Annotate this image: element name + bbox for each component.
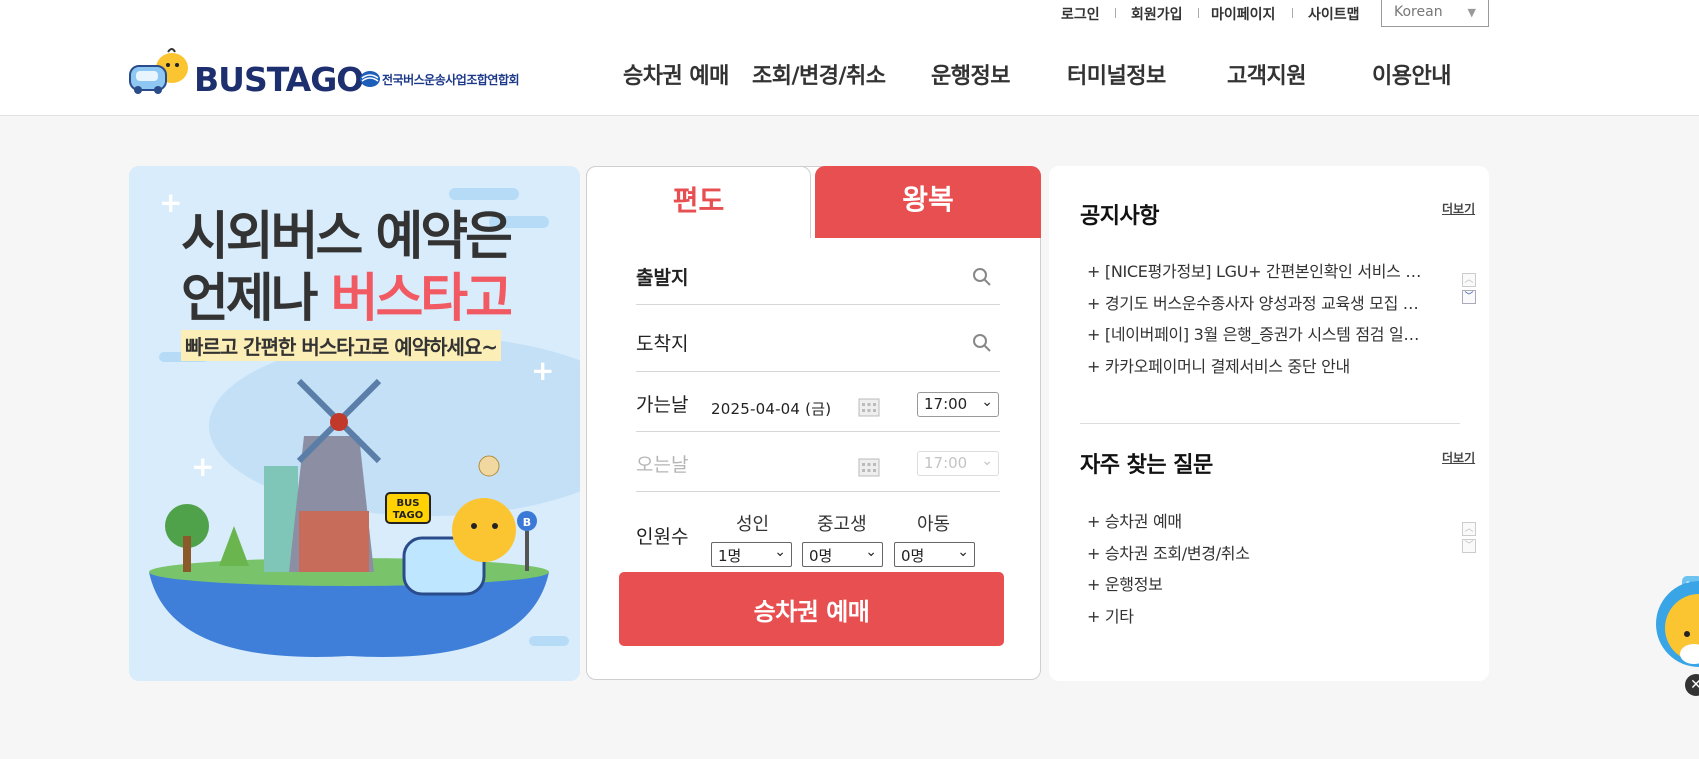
banner-headline-accent: 버스타고 (330, 269, 513, 329)
bustago-logo[interactable]: BUSTAGO 전국버스운송사업조합연합회 (128, 44, 528, 99)
promo-banner[interactable]: + + + BUS TAGO B 시외버스 예약은 언제나 버스타고 빠르고 간… (129, 166, 580, 681)
notices-list: + [NICE평가정보] LGU+ 간편본인확인 서비스 … + 경기도 버스운… (1087, 258, 1432, 384)
banner-subtitle: 빠르고 간편한 버스타고로 예약하세요~ (181, 330, 502, 361)
chevron-down-icon: ⌄ (981, 453, 993, 469)
svg-text:+: + (159, 186, 182, 219)
faq-scroll-up-button[interactable]: ︿ (1462, 522, 1476, 536)
nav-item-lookup[interactable]: 조회/변경/취소 (752, 58, 886, 90)
utility-bar: 로그인 회원가입 마이페이지 사이트맵 Korean ▼ (0, 0, 1699, 28)
chevron-down-icon: ⌄ (957, 544, 969, 560)
faq-item[interactable]: + 운행정보 (1087, 571, 1432, 603)
signup-link[interactable]: 회원가입 (1131, 4, 1183, 24)
faq-item[interactable]: + 기타 (1087, 603, 1432, 635)
departure-field[interactable]: 출발지 (636, 245, 1000, 305)
bus-sign-line1: BUS (397, 498, 420, 509)
language-select[interactable]: Korean ▼ (1381, 0, 1489, 27)
utility-divider (1292, 8, 1293, 18)
go-date-value[interactable]: 2025-04-04 (금) (711, 398, 831, 419)
banner-headline-prefix: 언제나 (181, 269, 331, 329)
nav-item-terminal[interactable]: 터미널정보 (1067, 58, 1166, 90)
chevron-down-icon: ⌄ (774, 544, 786, 560)
departure-label: 출발지 (636, 267, 689, 289)
return-time-select[interactable]: 17:00 ⌄ (917, 451, 999, 476)
utility-divider (1115, 8, 1116, 18)
arrival-label: 도착지 (636, 333, 689, 355)
chevron-down-icon: ⌄ (865, 544, 877, 560)
child-count-select[interactable]: 0명 ⌄ (894, 542, 975, 567)
faq-scroll-down-button[interactable]: ﹀ (1462, 539, 1476, 553)
go-time-value: 17:00 (924, 395, 968, 413)
section-divider (1080, 423, 1460, 424)
youth-count-value: 0명 (809, 547, 833, 565)
svg-text:+: + (191, 450, 214, 483)
notices-scroll-up-button[interactable]: ︿ (1462, 273, 1476, 287)
passengers-label: 인원수 (636, 526, 689, 548)
close-icon[interactable]: ✕ (1685, 674, 1699, 696)
calendar-icon[interactable] (858, 397, 880, 417)
nav-item-guide[interactable]: 이용안내 (1372, 58, 1451, 90)
youth-label: 중고생 (817, 514, 867, 535)
adult-count-select[interactable]: 1명 ⌄ (711, 542, 792, 567)
chevron-down-icon: ⌄ (981, 394, 993, 410)
notice-item[interactable]: + 카카오페이머니 결제서비스 중단 안내 (1087, 353, 1432, 385)
sitemap-link[interactable]: 사이트맵 (1308, 4, 1360, 24)
go-time-select[interactable]: 17:00 ⌄ (917, 392, 999, 417)
chevron-down-icon: ▼ (1467, 6, 1476, 19)
calendar-icon[interactable] (858, 457, 880, 477)
association-emblem-icon (360, 71, 380, 87)
arrival-field[interactable]: 도착지 (636, 305, 1000, 372)
nav-item-support[interactable]: 고객지원 (1227, 58, 1306, 90)
book-ticket-button[interactable]: 승차권 예매 (619, 572, 1004, 646)
return-date-label: 오는날 (636, 454, 689, 476)
faq-title: 자주 찾는 질문 (1080, 453, 1213, 478)
adult-count-value: 1명 (718, 547, 742, 565)
utility-divider (1198, 8, 1199, 18)
site-header: 로그인 회원가입 마이페이지 사이트맵 Korean ▼ BUSTAGO 전국버… (0, 0, 1699, 116)
brand-name: BUSTAGO (194, 60, 364, 99)
login-link[interactable]: 로그인 (1061, 4, 1100, 24)
tab-roundtrip[interactable]: 왕복 (815, 166, 1041, 238)
bus-stop-label: B (523, 516, 531, 529)
notice-item[interactable]: + [네이버페이] 3월 은행_증권가 시스템 점검 일… (1087, 321, 1432, 353)
faq-list: + 승차권 예매 + 승차권 조회/변경/취소 + 운행정보 + 기타 (1087, 508, 1432, 634)
return-time-value: 17:00 (924, 454, 968, 472)
notices-scroll-down-button[interactable]: ﹀ (1462, 290, 1476, 304)
mypage-link[interactable]: 마이페이지 (1211, 4, 1275, 24)
adult-label: 성인 (736, 514, 770, 535)
search-icon[interactable] (972, 267, 992, 287)
faq-item[interactable]: + 승차권 예매 (1087, 508, 1432, 540)
child-count-value: 0명 (901, 547, 925, 565)
faq-more-link[interactable]: 더보기 (1442, 449, 1475, 466)
notices-title: 공지사항 (1080, 204, 1159, 229)
go-date-label: 가는날 (636, 394, 689, 416)
svg-text:+: + (531, 354, 554, 387)
search-icon[interactable] (972, 333, 992, 353)
nav-item-booking[interactable]: 승차권 예매 (623, 58, 729, 90)
mascot-logo-icon (129, 48, 188, 94)
language-value: Korean (1394, 4, 1443, 20)
chatbot-mascot-icon[interactable] (1654, 576, 1699, 672)
faq-item[interactable]: + 승차권 조회/변경/취소 (1087, 540, 1432, 572)
tab-oneway[interactable]: 편도 (586, 166, 811, 238)
bus-sign-line2: TAGO (393, 510, 424, 521)
info-box: 공지사항 더보기 + [NICE평가정보] LGU+ 간편본인확인 서비스 … … (1049, 166, 1489, 681)
youth-count-select[interactable]: 0명 ⌄ (802, 542, 883, 567)
nav-item-schedule[interactable]: 운행정보 (931, 58, 1010, 90)
notices-more-link[interactable]: 더보기 (1442, 200, 1475, 217)
association-name: 전국버스운송사업조합연합회 (382, 73, 520, 87)
banner-headline-2: 언제나 버스타고 (181, 256, 513, 331)
child-label: 아동 (917, 514, 951, 535)
notice-item[interactable]: + 경기도 버스운수종사자 양성과정 교육생 모집 … (1087, 290, 1432, 322)
notice-item[interactable]: + [NICE평가정보] LGU+ 간편본인확인 서비스 … (1087, 258, 1432, 290)
